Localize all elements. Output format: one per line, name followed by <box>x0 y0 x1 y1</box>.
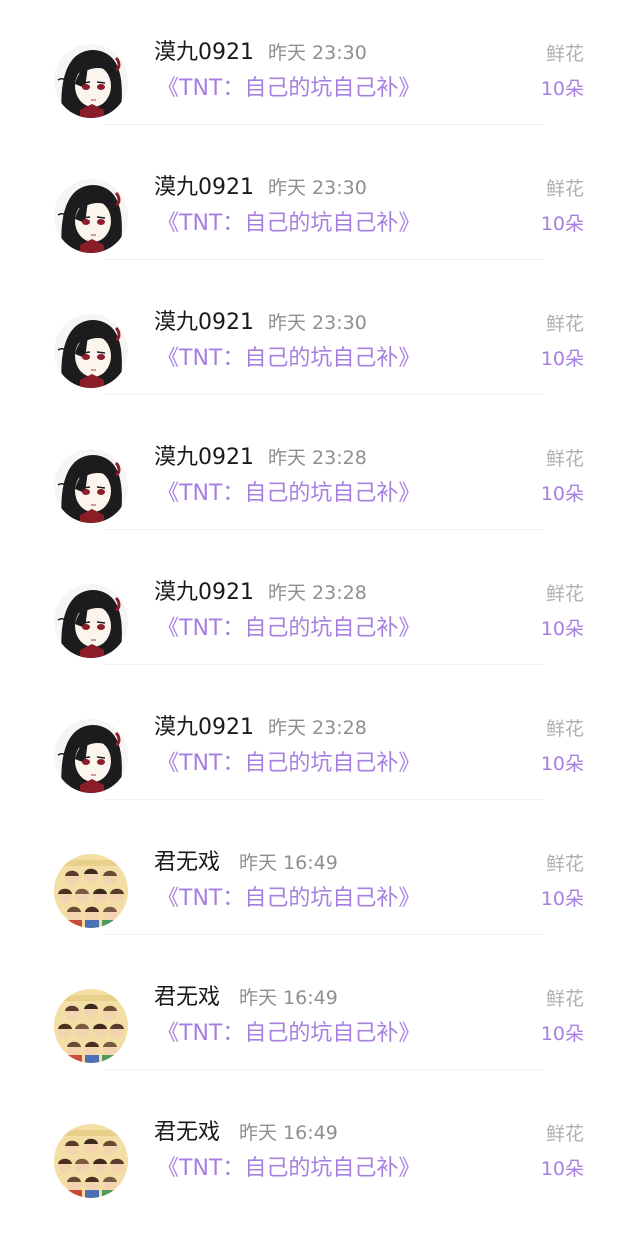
ink-hair-character-icon[interactable] <box>54 314 128 388</box>
gift-type-label: 鲜花 <box>545 43 584 65</box>
book-title-link[interactable]: 《TNT：自己的坑自己补》 <box>157 1020 420 1048</box>
user-name[interactable]: 漠九0921 <box>154 715 254 741</box>
gift-record-row[interactable]: 漠九0921 昨天 23:30 《TNT：自己的坑自己补》 鲜花 10朵 <box>0 173 640 293</box>
book-title-link[interactable]: 《TNT：自己的坑自己补》 <box>157 615 420 643</box>
gift-count: 10朵 <box>540 483 584 505</box>
user-name[interactable]: 君无戏 <box>154 985 220 1011</box>
gift-record-row[interactable]: 君无戏 昨天 16:49 《TNT：自己的坑自己补》 鲜花 10朵 <box>0 1118 640 1238</box>
gift-time: 昨天 23:28 <box>268 447 367 469</box>
row-divider <box>104 529 544 530</box>
gift-count: 10朵 <box>540 213 584 235</box>
gift-record-row[interactable]: 漠九0921 昨天 23:28 《TNT：自己的坑自己补》 鲜花 10朵 <box>0 578 640 698</box>
book-title-link[interactable]: 《TNT：自己的坑自己补》 <box>157 1155 420 1183</box>
row-divider <box>104 664 544 665</box>
cartoon-group-icon[interactable] <box>54 989 128 1063</box>
row-divider <box>104 124 544 125</box>
gift-record-row[interactable]: 漠九0921 昨天 23:30 《TNT：自己的坑自己补》 鲜花 10朵 <box>0 308 640 428</box>
user-name[interactable]: 漠九0921 <box>154 445 254 471</box>
ink-hair-character-icon[interactable] <box>54 179 128 253</box>
cartoon-group-icon[interactable] <box>54 854 128 928</box>
gift-count: 10朵 <box>540 753 584 775</box>
gift-record-row[interactable]: 君无戏 昨天 16:49 《TNT：自己的坑自己补》 鲜花 10朵 <box>0 983 640 1103</box>
gift-count: 10朵 <box>540 888 584 910</box>
gift-time: 昨天 23:30 <box>268 42 367 64</box>
gift-record-row[interactable]: 漠九0921 昨天 23:28 《TNT：自己的坑自己补》 鲜花 10朵 <box>0 713 640 833</box>
row-divider <box>104 1069 544 1070</box>
gift-time: 昨天 16:49 <box>239 852 338 874</box>
row-divider <box>104 934 544 935</box>
gift-type-label: 鲜花 <box>545 988 584 1010</box>
user-name[interactable]: 君无戏 <box>154 850 220 876</box>
gift-record-row[interactable]: 君无戏 昨天 16:49 《TNT：自己的坑自己补》 鲜花 10朵 <box>0 848 640 968</box>
gift-time: 昨天 23:30 <box>268 177 367 199</box>
book-title-link[interactable]: 《TNT：自己的坑自己补》 <box>157 750 420 778</box>
gift-time: 昨天 16:49 <box>239 1122 338 1144</box>
gift-record-row[interactable]: 漠九0921 昨天 23:28 《TNT：自己的坑自己补》 鲜花 10朵 <box>0 443 640 563</box>
book-title-link[interactable]: 《TNT：自己的坑自己补》 <box>157 345 420 373</box>
ink-hair-character-icon[interactable] <box>54 719 128 793</box>
gift-type-label: 鲜花 <box>545 313 584 335</box>
gift-type-label: 鲜花 <box>545 718 584 740</box>
user-name[interactable]: 漠九0921 <box>154 580 254 606</box>
gift-time: 昨天 23:30 <box>268 312 367 334</box>
gift-count: 10朵 <box>540 348 584 370</box>
gift-type-label: 鲜花 <box>545 583 584 605</box>
gift-count: 10朵 <box>540 618 584 640</box>
book-title-link[interactable]: 《TNT：自己的坑自己补》 <box>157 885 420 913</box>
cartoon-group-icon[interactable] <box>54 1124 128 1198</box>
gift-record-list: 漠九0921 昨天 23:30 《TNT：自己的坑自己补》 鲜花 10朵 漠九0… <box>0 0 640 1212</box>
gift-count: 10朵 <box>540 1023 584 1045</box>
ink-hair-character-icon[interactable] <box>54 44 128 118</box>
user-name[interactable]: 漠九0921 <box>154 310 254 336</box>
gift-type-label: 鲜花 <box>545 448 584 470</box>
gift-time: 昨天 23:28 <box>268 582 367 604</box>
gift-time: 昨天 16:49 <box>239 987 338 1009</box>
book-title-link[interactable]: 《TNT：自己的坑自己补》 <box>157 480 420 508</box>
ink-hair-character-icon[interactable] <box>54 584 128 658</box>
gift-time: 昨天 23:28 <box>268 717 367 739</box>
gift-record-row[interactable]: 漠九0921 昨天 23:30 《TNT：自己的坑自己补》 鲜花 10朵 <box>0 38 640 158</box>
row-divider <box>104 259 544 260</box>
row-divider <box>104 394 544 395</box>
row-divider <box>104 799 544 800</box>
user-name[interactable]: 漠九0921 <box>154 175 254 201</box>
gift-type-label: 鲜花 <box>545 1123 584 1145</box>
book-title-link[interactable]: 《TNT：自己的坑自己补》 <box>157 210 420 238</box>
gift-type-label: 鲜花 <box>545 178 584 200</box>
gift-type-label: 鲜花 <box>545 853 584 875</box>
user-name[interactable]: 君无戏 <box>154 1120 220 1146</box>
user-name[interactable]: 漠九0921 <box>154 40 254 66</box>
book-title-link[interactable]: 《TNT：自己的坑自己补》 <box>157 75 420 103</box>
gift-count: 10朵 <box>540 1158 584 1180</box>
ink-hair-character-icon[interactable] <box>54 449 128 523</box>
gift-count: 10朵 <box>540 78 584 100</box>
